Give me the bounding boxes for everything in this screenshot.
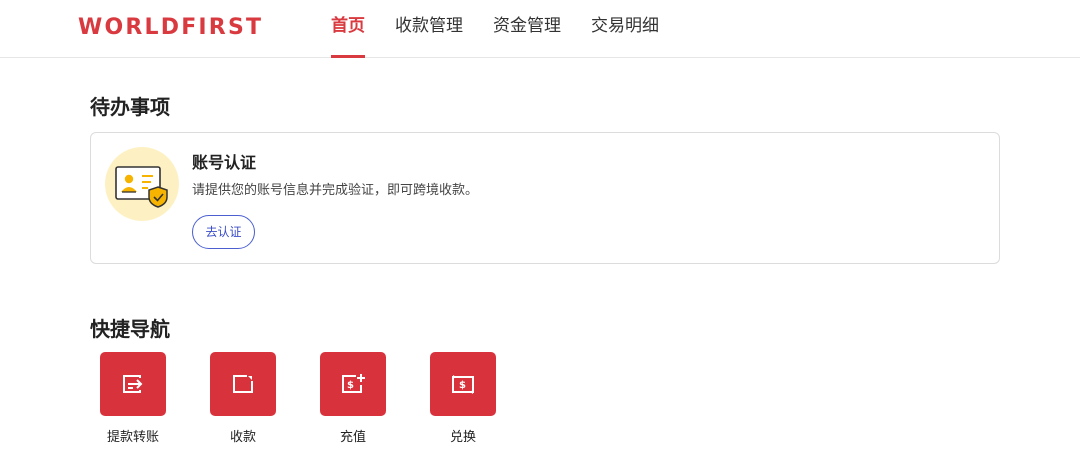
withdraw-transfer-tile[interactable]	[100, 352, 166, 416]
id-card-shield-icon	[105, 147, 179, 221]
todo-section-title: 待办事项	[90, 95, 170, 119]
top-up-tile[interactable]: $	[320, 352, 386, 416]
account-verification-card: 账号认证 请提供您的账号信息并完成验证，即可跨境收款。 去认证	[90, 132, 1000, 264]
shortcut-receive[interactable]: 收款	[208, 352, 278, 445]
shortcut-label: 兑换	[449, 430, 476, 445]
main-nav: 首页 收款管理 资金管理 交易明细	[331, 0, 689, 58]
worldfirst-logo[interactable]: WORLDFIRST	[78, 15, 263, 40]
top-navigation-bar: WORLDFIRST 首页 收款管理 资金管理 交易明细	[0, 0, 1080, 58]
svg-text:$: $	[459, 380, 466, 391]
go-verify-button[interactable]: 去认证	[192, 215, 255, 249]
receive-icon	[233, 375, 253, 393]
top-up-icon: $	[342, 374, 365, 393]
verification-title: 账号认证	[192, 153, 257, 172]
withdraw-transfer-icon	[123, 375, 143, 393]
receive-tile[interactable]	[210, 352, 276, 416]
nav-item-collection-management[interactable]: 收款管理	[395, 0, 463, 58]
nav-item-transaction-details[interactable]: 交易明细	[591, 0, 659, 58]
nav-item-fund-management[interactable]: 资金管理	[493, 0, 561, 58]
shortcut-label: 充值	[339, 430, 366, 445]
exchange-icon: $	[452, 375, 474, 394]
shortcut-withdraw-transfer[interactable]: 提款转账	[98, 352, 168, 445]
exchange-tile[interactable]: $	[430, 352, 496, 416]
shortcut-label: 提款转账	[106, 430, 159, 445]
shortcut-exchange[interactable]: $ 兑换	[428, 352, 498, 445]
shortcut-top-up[interactable]: $ 充值	[318, 352, 388, 445]
shortcut-label: 收款	[229, 430, 256, 445]
verification-description: 请提供您的账号信息并完成验证，即可跨境收款。	[192, 183, 479, 198]
svg-text:$: $	[347, 380, 354, 391]
nav-item-home[interactable]: 首页	[331, 0, 365, 58]
shortcuts-section-title: 快捷导航	[90, 317, 170, 341]
